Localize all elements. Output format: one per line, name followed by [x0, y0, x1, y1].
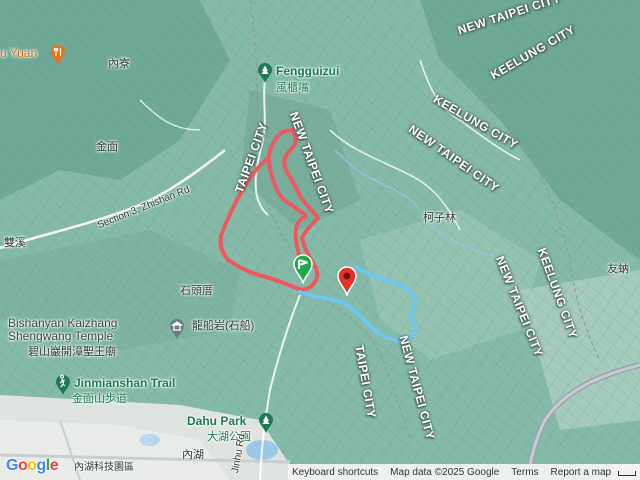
place-label-longchuanyan: 龍船岩(石船) — [192, 320, 255, 332]
park-pin-icon[interactable] — [258, 412, 274, 434]
place-label-neihu: 內湖 — [182, 449, 204, 461]
jinmianshan-label[interactable]: Jinmianshan Trail — [74, 376, 175, 390]
fengguizui-label[interactable]: Fengguizui — [276, 64, 339, 78]
end-marker-icon[interactable] — [337, 266, 357, 296]
start-marker-icon[interactable] — [293, 254, 313, 284]
jinmianshan-chinese-label: 金面山步道 — [72, 393, 127, 405]
place-label-youjiu: 友蚋 — [607, 263, 629, 275]
map-footer: Keyboard shortcuts Map data ©2025 Google… — [288, 464, 640, 480]
map-canvas[interactable]: Fengguizui 風櫃嘴 u Yuan Bishanyan Kaizhang… — [0, 0, 640, 480]
bishanyan-chinese-label: 碧山巖開漳聖王廟 — [28, 346, 116, 358]
place-label-kezilin: 柯子林 — [423, 212, 456, 224]
bishanyan-label-line2[interactable]: Shengwang Temple — [8, 329, 113, 343]
map-data-attribution: Map data ©2025 Google — [390, 466, 500, 478]
fengguizui-chinese-label: 風櫃嘴 — [276, 82, 309, 94]
place-label-shuangxi: 雙溪 — [4, 237, 26, 249]
place-label-jinmian: 金面 — [96, 141, 118, 153]
keyboard-shortcuts-link[interactable]: Keyboard shortcuts — [292, 467, 378, 478]
place-label-neike: 內湖科技園區 — [74, 462, 134, 473]
google-logo[interactable]: Google — [6, 457, 59, 475]
park-pin-icon[interactable] — [55, 374, 71, 396]
temple-pin-icon[interactable] — [169, 318, 185, 340]
place-label-shitouchuo: 石頭厝 — [180, 285, 213, 297]
bishanyan-label-line1[interactable]: Bishanyan Kaizhang — [8, 316, 117, 330]
dahu-park-label[interactable]: Dahu Park — [187, 414, 246, 428]
restaurant-pin-icon[interactable] — [50, 44, 66, 66]
restaurant-label[interactable]: u Yuan — [0, 46, 37, 60]
park-pin-icon[interactable] — [257, 62, 273, 84]
terms-link[interactable]: Terms — [511, 467, 538, 478]
scale-bar[interactable] — [614, 464, 640, 480]
place-label-neiliao: 內寮 — [108, 58, 130, 70]
